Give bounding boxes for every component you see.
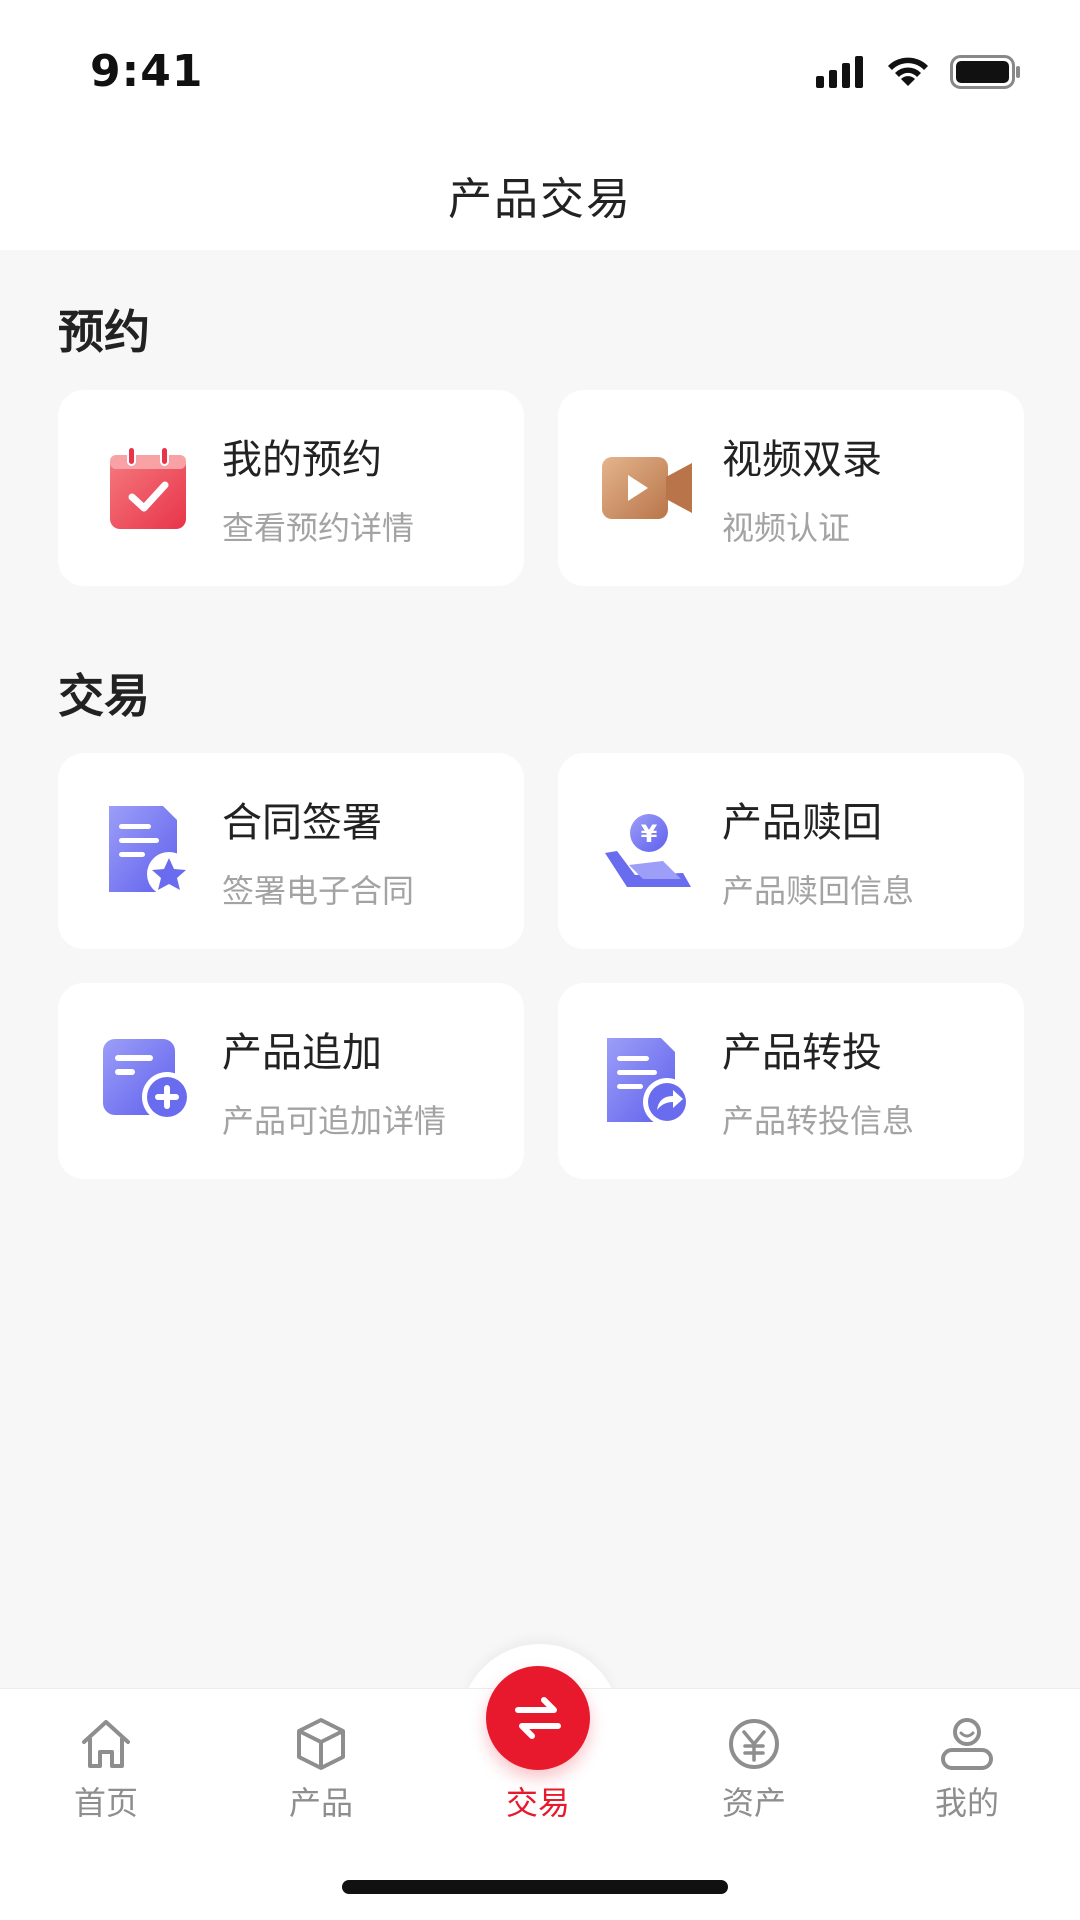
tab-mine[interactable]: 我的 xyxy=(887,1716,1047,1824)
card-subtitle: 签署电子合同 xyxy=(222,872,415,910)
yuan-circle-icon xyxy=(729,1719,779,1769)
status-bar: 9:41 xyxy=(0,0,1080,140)
card-redeem[interactable]: ¥ 产品赎回 产品赎回信息 xyxy=(558,753,1024,949)
box-icon xyxy=(297,1718,345,1770)
status-time: 9:41 xyxy=(90,46,204,97)
tab-label: 产品 xyxy=(288,1784,353,1822)
tab-home[interactable]: 首页 xyxy=(26,1716,186,1824)
card-my-booking[interactable]: 我的预约 查看预约详情 xyxy=(58,390,524,586)
battery-icon xyxy=(950,55,1020,89)
card-title: 产品赎回 xyxy=(722,800,882,846)
exchange-icon xyxy=(515,1697,561,1739)
tab-label: 交易 xyxy=(505,1784,570,1822)
card-subtitle: 产品赎回信息 xyxy=(722,872,915,910)
card-transfer[interactable]: 产品转投 产品转投信息 xyxy=(558,983,1024,1179)
calendar-check-icon xyxy=(100,440,196,536)
card-title: 我的预约 xyxy=(222,437,382,483)
contract-star-icon xyxy=(100,803,196,899)
nav-bar: 产品交易 xyxy=(0,140,1080,250)
section-title-booking: 预约 xyxy=(58,305,150,359)
tab-label: 我的 xyxy=(934,1784,999,1822)
card-title: 合同签署 xyxy=(222,800,382,846)
signal-icon xyxy=(816,56,863,88)
tab-trade-button[interactable] xyxy=(486,1666,590,1770)
hand-yuan-icon: ¥ xyxy=(600,803,696,899)
tab-label: 资产 xyxy=(721,1784,786,1822)
tab-assets[interactable]: 资产 xyxy=(674,1716,834,1824)
page-title: 产品交易 xyxy=(448,174,632,225)
card-subtitle: 视频认证 xyxy=(722,509,851,547)
card-subtitle: 查看预约详情 xyxy=(222,509,415,547)
status-icons xyxy=(816,52,1022,92)
document-plus-icon xyxy=(100,1033,196,1129)
tab-trade[interactable]: 交易 xyxy=(458,1772,618,1824)
card-video-record[interactable]: 视频双录 视频认证 xyxy=(558,390,1024,586)
card-title: 产品转投 xyxy=(722,1030,882,1076)
user-icon xyxy=(941,1718,993,1770)
card-subtitle: 产品可追加详情 xyxy=(222,1102,447,1140)
home-indicator xyxy=(342,1880,728,1894)
tab-product[interactable]: 产品 xyxy=(241,1716,401,1824)
svg-text:¥: ¥ xyxy=(641,820,658,848)
video-camera-icon xyxy=(600,440,696,536)
card-title: 产品追加 xyxy=(222,1030,382,1076)
wifi-icon xyxy=(888,57,928,86)
app-screen: 9:41 产品交易 预约 我的预约 查看预约详情 视频双录 视频认证 交易 合同… xyxy=(0,0,1080,1920)
section-title-trade: 交易 xyxy=(58,669,150,723)
card-subtitle: 产品转投信息 xyxy=(722,1102,915,1140)
card-add-product[interactable]: 产品追加 产品可追加详情 xyxy=(58,983,524,1179)
home-icon xyxy=(82,1720,130,1768)
card-title: 视频双录 xyxy=(722,437,882,483)
document-share-icon xyxy=(600,1033,696,1129)
card-contract-sign[interactable]: 合同签署 签署电子合同 xyxy=(58,753,524,949)
tab-label: 首页 xyxy=(73,1784,138,1822)
